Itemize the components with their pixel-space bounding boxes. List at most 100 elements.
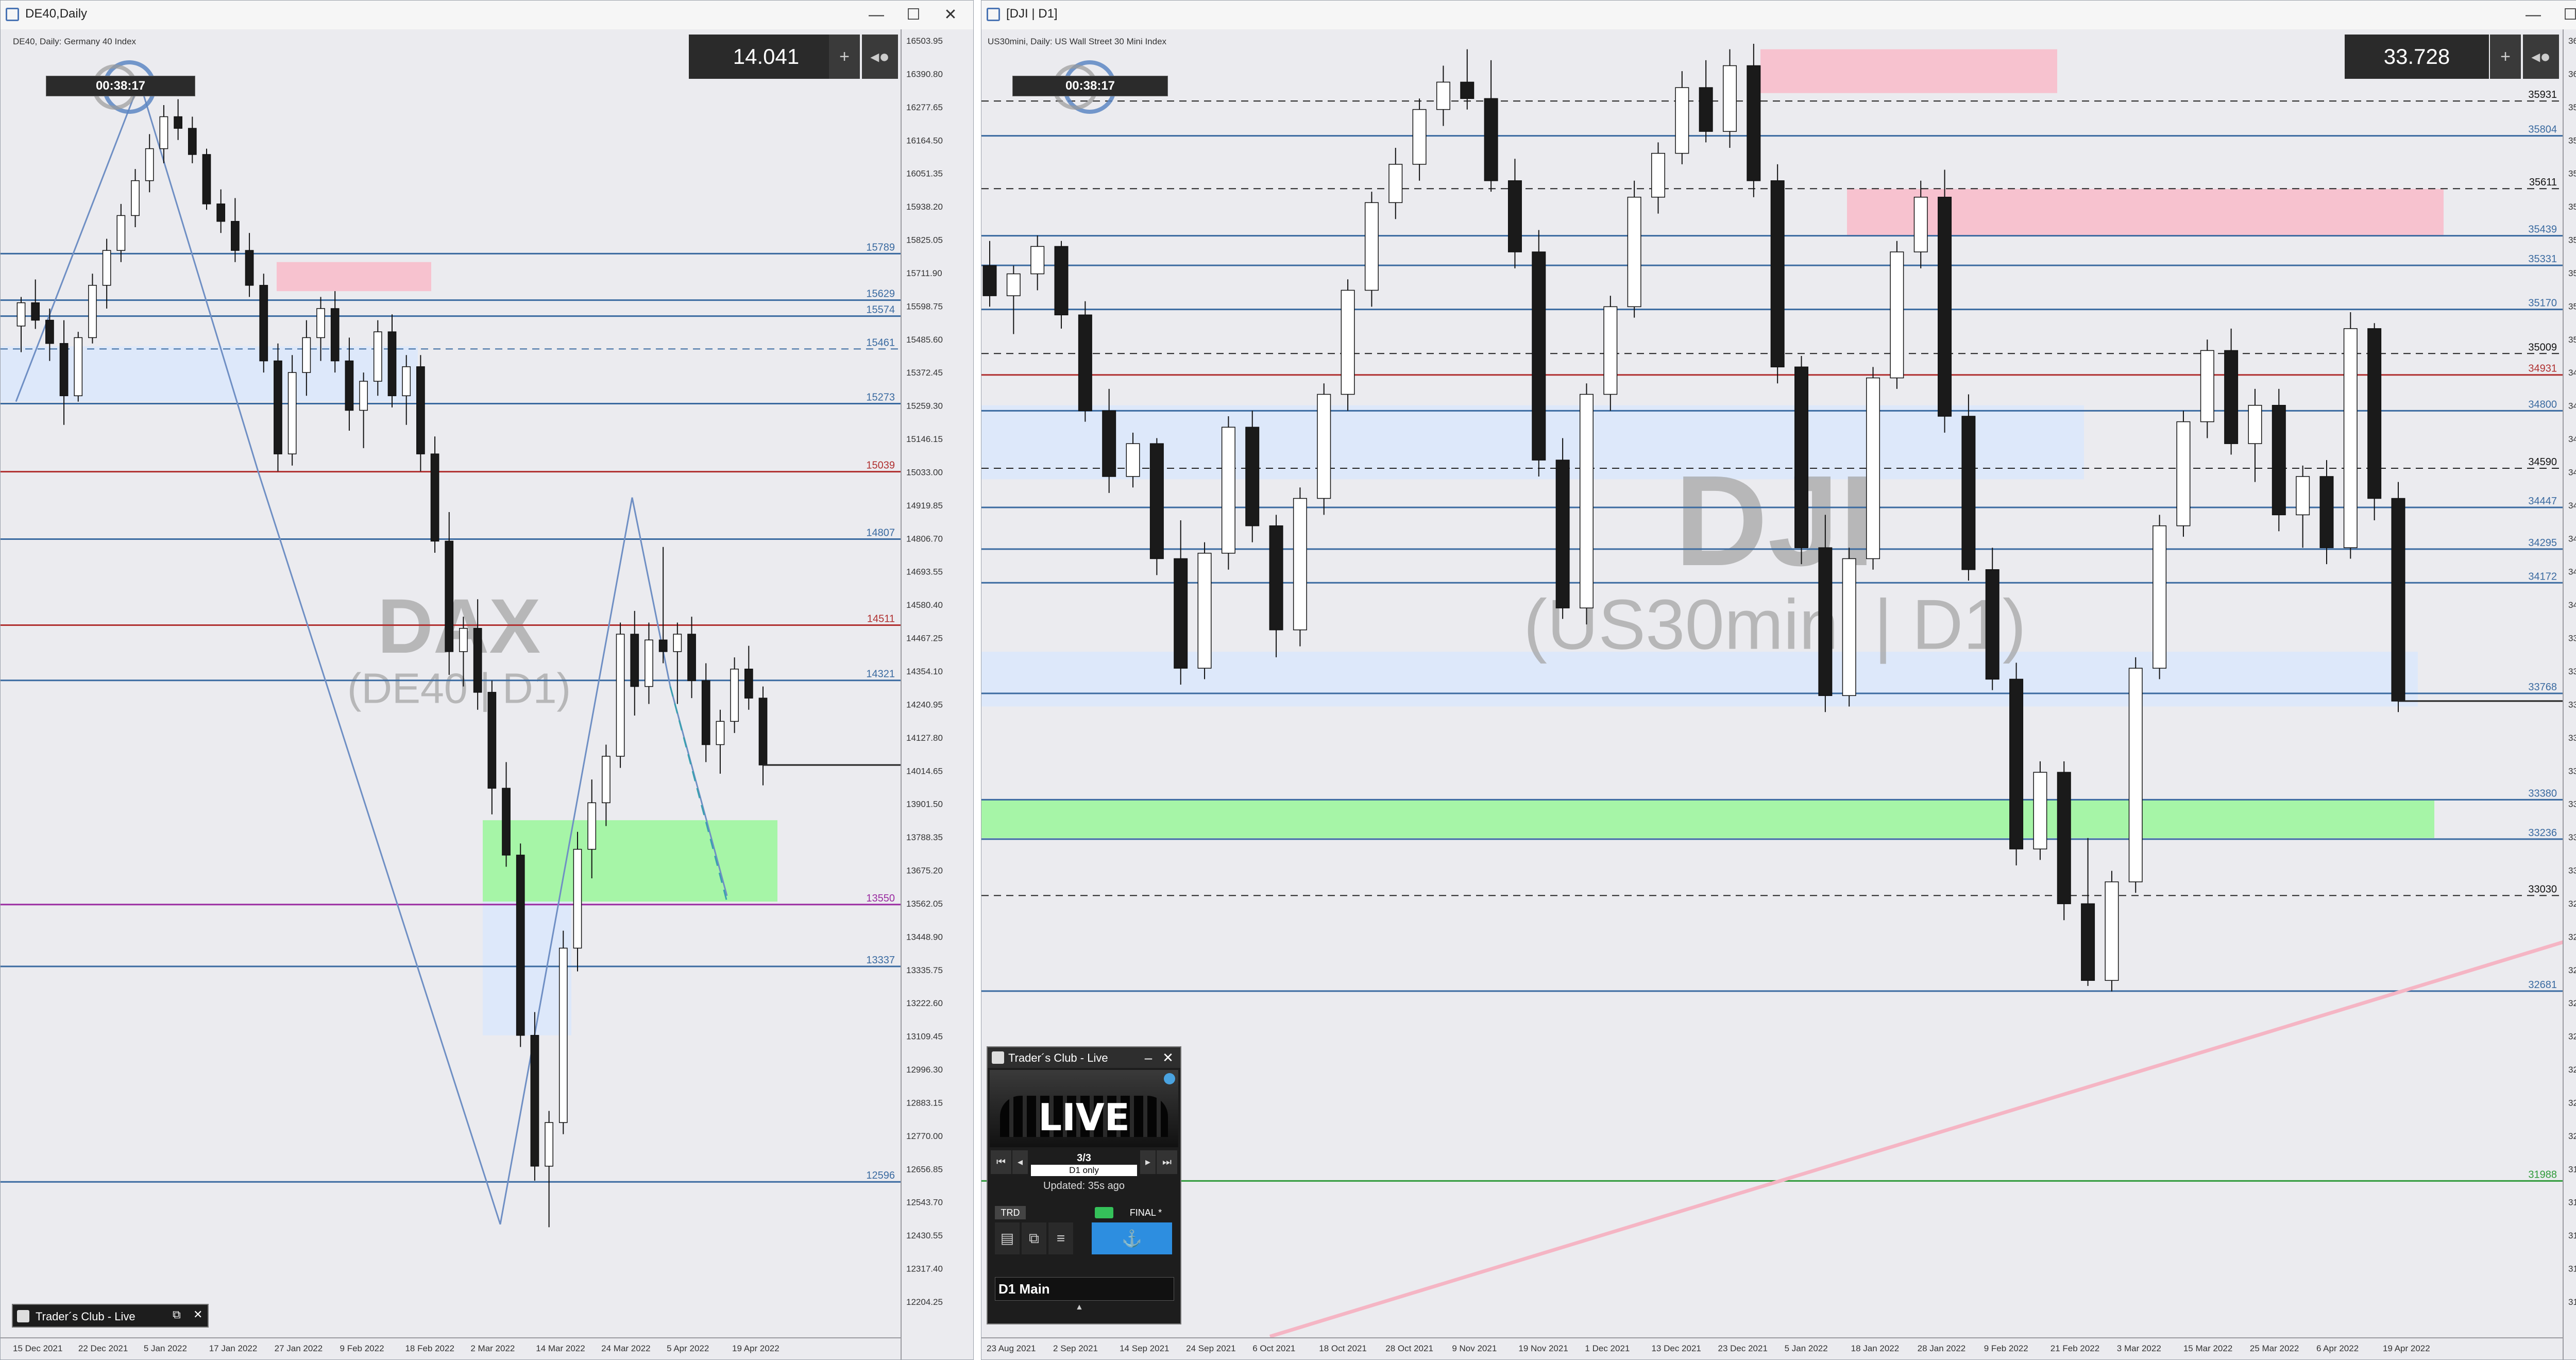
- right-chart-canvas[interactable]: DJI(US30mini | D1)3593135804356113543935…: [981, 29, 2576, 1359]
- prev-page-button[interactable]: ◂: [1012, 1150, 1028, 1174]
- candle-up: [145, 148, 154, 181]
- right-collapse-arrow-icon[interactable]: ◂●: [2523, 35, 2559, 79]
- candle-up: [558, 947, 568, 1123]
- windows-icon[interactable]: ⧉: [1022, 1222, 1046, 1254]
- left-traders-club-minimized[interactable]: Trader´s Club - Live ⧉ ✕: [12, 1304, 209, 1328]
- candle-down: [2224, 350, 2239, 444]
- candle-up: [1341, 290, 1355, 395]
- candle-up: [1030, 246, 1045, 275]
- candle-up: [1603, 306, 1618, 395]
- x-tick-label: 2 Mar 2022: [470, 1344, 515, 1353]
- panel-minimize-icon[interactable]: –: [1140, 1049, 1157, 1066]
- traders-club-icon: [992, 1051, 1004, 1064]
- candle-up: [545, 1122, 553, 1167]
- candle-down: [687, 634, 696, 682]
- x-tick-label: 2 Sep 2021: [1053, 1344, 1098, 1353]
- candle-up: [88, 285, 97, 338]
- close-button[interactable]: ✕: [935, 3, 966, 27]
- candle-down: [530, 1035, 539, 1167]
- x-tick-label: 18 Feb 2022: [405, 1344, 454, 1353]
- y-tick-label: 12317.40: [906, 1264, 943, 1274]
- minimize-button[interactable]: —: [861, 3, 892, 27]
- candle-up: [1866, 377, 1880, 559]
- right-trade-plus-button[interactable]: +: [2490, 35, 2521, 79]
- panel-close-icon[interactable]: ✕: [1160, 1049, 1176, 1066]
- y-tick-label: 32327.85: [2568, 1065, 2576, 1075]
- live-label: LIVE: [1038, 1096, 1130, 1139]
- panel-restore-icon[interactable]: ⧉: [173, 1308, 181, 1321]
- database-icon[interactable]: ≡: [1048, 1222, 1073, 1254]
- candle-up: [1913, 196, 1928, 252]
- candle-up: [1006, 273, 1021, 296]
- y-tick-label: 32940.10: [2568, 899, 2576, 909]
- candle-up: [1197, 553, 1212, 669]
- candle-down: [2367, 328, 2382, 499]
- left-chart-canvas[interactable]: DAX(DE40 | D1)15789156291557415461152731…: [1, 29, 973, 1359]
- y-tick-label: 34286.25: [2568, 534, 2576, 543]
- traders-club-icon: [17, 1310, 29, 1322]
- info-icon[interactable]: [1164, 1073, 1175, 1084]
- maximize-button[interactable]: ☐: [2555, 3, 2576, 27]
- y-tick-label: 13675.20: [906, 866, 943, 876]
- candle-up: [2153, 525, 2167, 669]
- y-tick-label: 35144.80: [2568, 301, 2576, 311]
- green-zone: [981, 800, 2434, 838]
- panel-close-icon[interactable]: ✕: [193, 1308, 202, 1321]
- candle-up: [16, 302, 26, 327]
- minimize-button[interactable]: —: [2518, 3, 2549, 27]
- candle-up: [645, 639, 653, 687]
- candle-up: [74, 337, 83, 397]
- candle-down: [2081, 903, 2095, 981]
- first-page-button[interactable]: ⏮: [991, 1150, 1011, 1174]
- y-tick-label: 15259.30: [906, 401, 943, 411]
- candle-down: [1555, 460, 1570, 608]
- candle-up: [302, 337, 311, 373]
- y-tick-label: 31837.25: [2568, 1198, 2576, 1208]
- candle-down: [1985, 569, 1999, 680]
- y-tick-label: 34654.20: [2568, 434, 2576, 444]
- next-page-button[interactable]: ▸: [1140, 1150, 1156, 1174]
- candle-up: [131, 180, 140, 216]
- candle-down: [245, 250, 254, 286]
- expand-arrow-icon[interactable]: ▲: [1075, 1303, 1083, 1312]
- candle-down: [416, 366, 425, 454]
- panel-header[interactable]: Trader´s Club - Live – ✕: [988, 1047, 1180, 1068]
- final-tab[interactable]: FINAL *: [1118, 1206, 1173, 1219]
- level-label: 15461: [866, 337, 895, 348]
- candle-down: [174, 116, 182, 129]
- y-tick-label: 16390.80: [906, 69, 943, 79]
- live-banner: LIVE: [990, 1070, 1178, 1147]
- y-tick-label: 14806.70: [906, 534, 943, 543]
- x-tick-label: 9 Feb 2022: [1984, 1344, 2028, 1353]
- filter-select[interactable]: D1 only: [1031, 1165, 1137, 1176]
- candle-up: [2105, 881, 2119, 981]
- y-tick-label: 35880.70: [2568, 103, 2576, 112]
- candle-down: [1078, 314, 1092, 412]
- candle-down: [2319, 476, 2334, 548]
- y-tick-label: 34408.90: [2568, 501, 2576, 511]
- anchor-button[interactable]: ⚓: [1092, 1222, 1172, 1254]
- candle-down: [516, 855, 525, 1036]
- document-icon[interactable]: ▤: [995, 1222, 1020, 1254]
- maximize-button[interactable]: ☐: [898, 3, 929, 27]
- candle-up: [316, 308, 325, 338]
- right-window-titlebar[interactable]: [DJI | D1] — ☐ ✕: [981, 1, 2576, 30]
- candle-up: [587, 802, 597, 850]
- y-tick-label: 33185.40: [2568, 832, 2576, 842]
- left-window-titlebar[interactable]: DE40,Daily — ☐ ✕: [1, 1, 973, 30]
- candle-up: [716, 721, 725, 745]
- level-label: 14807: [866, 527, 895, 538]
- main-channel-field[interactable]: D1 Main: [995, 1277, 1174, 1301]
- candle-down: [487, 692, 497, 789]
- trd-tab[interactable]: TRD: [995, 1206, 1026, 1219]
- candle-up: [359, 381, 368, 411]
- last-page-button[interactable]: ⏭: [1157, 1150, 1177, 1174]
- y-tick-label: 33918.30: [2568, 634, 2576, 643]
- candle-up: [1890, 251, 1904, 379]
- left-collapse-arrow-icon[interactable]: ◂●: [862, 35, 898, 79]
- candle-up: [1364, 202, 1379, 291]
- left-trade-plus-button[interactable]: +: [829, 35, 860, 79]
- candle-up: [402, 366, 411, 397]
- candle-down: [758, 698, 768, 766]
- y-tick-label: 15146.15: [906, 434, 943, 444]
